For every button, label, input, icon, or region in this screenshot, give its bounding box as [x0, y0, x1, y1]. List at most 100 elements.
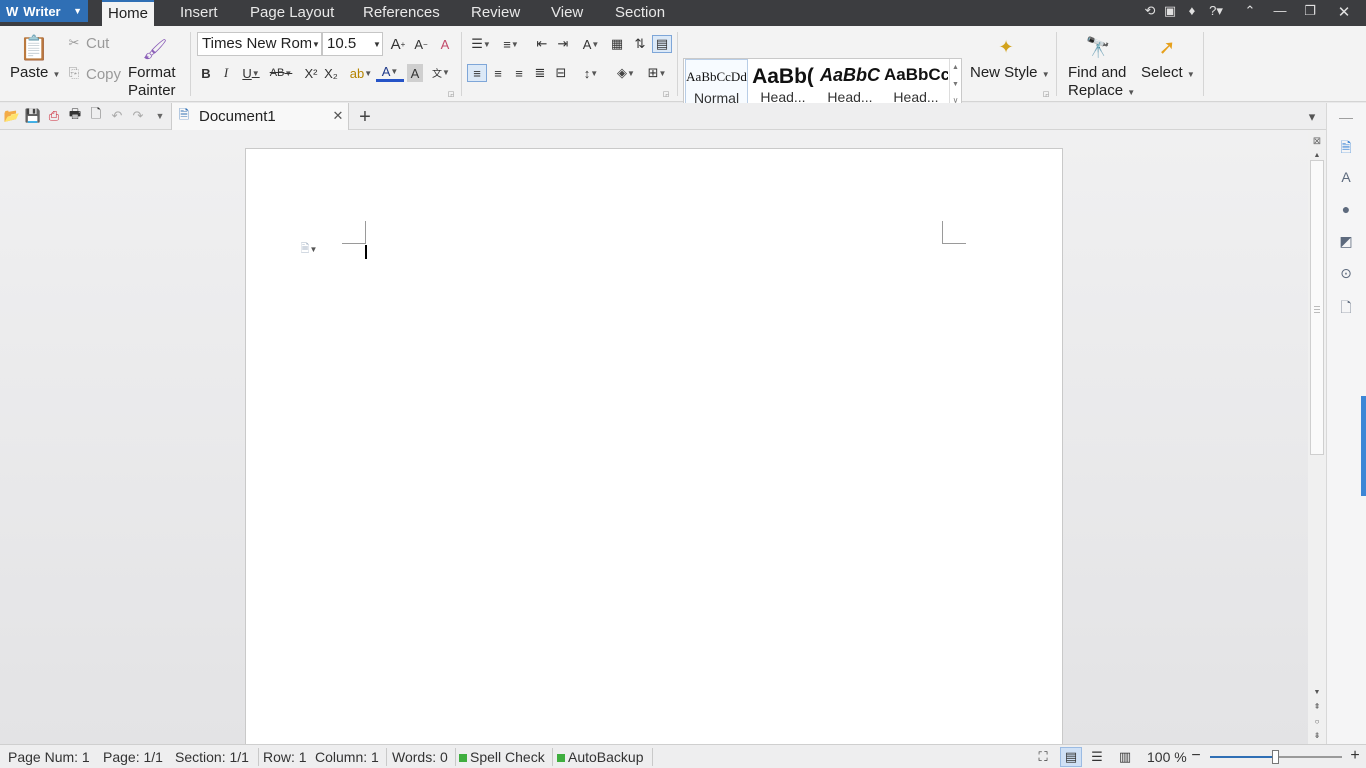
zoom-out-icon[interactable]: − — [1188, 747, 1204, 764]
browse-object-icon[interactable]: ○ — [1310, 715, 1324, 727]
strikethrough-icon[interactable]: AB ▼ — [267, 64, 295, 82]
shrink-font-icon[interactable]: A − — [412, 35, 430, 53]
italic-icon[interactable]: I — [218, 64, 234, 82]
scrollbar-thumb[interactable] — [1310, 160, 1324, 455]
status-page[interactable]: Page: 1/1 — [103, 749, 163, 765]
clear-format-icon[interactable]: A — [436, 35, 454, 53]
tab-insert[interactable]: Insert — [180, 0, 218, 26]
zoom-slider-thumb[interactable] — [1272, 750, 1279, 764]
format-painter-button[interactable]: Format Painter — [128, 64, 176, 100]
phonetic-guide-icon[interactable]: 文 ▼ — [428, 62, 454, 82]
pane-menu-icon[interactable]: — — [1337, 109, 1355, 127]
copy-button[interactable]: Copy — [86, 66, 121, 83]
tab-references[interactable]: References — [363, 0, 440, 26]
auto-backup-toggle[interactable]: AutoBackup — [557, 749, 644, 765]
status-column[interactable]: Column: 1 — [315, 749, 379, 765]
scroll-down-icon[interactable]: ▼ — [1310, 687, 1324, 697]
paragraph-handle-icon[interactable]: 🗎 ▼ — [298, 241, 320, 257]
char-shading-icon[interactable]: A — [407, 64, 423, 82]
new-document-icon[interactable]: 🗎 — [1337, 137, 1355, 155]
open-folder-icon[interactable]: 📂 — [4, 108, 20, 124]
grow-font-icon[interactable]: A + — [389, 35, 407, 53]
zoom-in-icon[interactable]: + — [1347, 747, 1363, 764]
redo-icon[interactable]: ↷ — [130, 108, 146, 124]
print-icon[interactable]: 🖶 — [67, 106, 83, 124]
page-view-icon[interactable]: ▤ — [1060, 747, 1082, 767]
distributed-icon[interactable]: ⊟ — [552, 64, 570, 82]
font-color-icon[interactable]: A ▼ — [376, 64, 404, 82]
tab-review[interactable]: Review — [471, 0, 520, 26]
binoculars-icon[interactable]: 🔭 — [1085, 34, 1111, 60]
status-words[interactable]: Words: 0 — [392, 749, 448, 765]
find-replace-button[interactable]: Find and Replace ▼ — [1068, 64, 1135, 102]
next-page-icon[interactable]: ⇟ — [1310, 729, 1324, 741]
scroll-up-icon[interactable]: ▲ — [1310, 150, 1324, 160]
status-section[interactable]: Section: 1/1 — [175, 749, 249, 765]
select-button[interactable]: Select ▼ — [1141, 64, 1195, 81]
selection-pane-icon[interactable]: ◩ — [1337, 233, 1355, 251]
document-canvas[interactable]: 🗎 ▼ — [0, 130, 1308, 748]
tab-page-layout[interactable]: Page Layout — [250, 0, 334, 26]
new-style-button[interactable]: New Style ▼ — [970, 64, 1050, 81]
cursor-arrow-icon[interactable]: ➚ — [1155, 35, 1179, 59]
increase-indent-icon[interactable]: ⇥ — [554, 35, 572, 53]
paragraph-shading-icon[interactable]: ◈ ▼ — [612, 64, 640, 82]
underline-icon[interactable]: U ▼ — [238, 64, 264, 82]
split-view-icon[interactable]: ⊠ — [1310, 134, 1324, 148]
tab-home[interactable]: Home — [102, 0, 154, 26]
customize-toolbar-icon[interactable]: ▼ — [153, 108, 167, 124]
table-icon[interactable]: ▦ — [608, 35, 626, 53]
document-properties-icon[interactable]: 🗋 — [1337, 297, 1355, 315]
paste-icon[interactable]: 📋 — [19, 34, 49, 62]
tab-section[interactable]: Section — [615, 0, 665, 26]
bullets-icon[interactable]: ☰ ▼ — [468, 35, 494, 53]
format-painter-icon[interactable]: 🖌 — [142, 36, 168, 62]
cut-button[interactable]: Cut — [86, 35, 109, 52]
line-spacing-icon[interactable]: ↕ ▼ — [578, 64, 604, 82]
backup-icon[interactable]: ⊙ — [1337, 265, 1355, 283]
styles-dialog-launcher-icon[interactable]: ◲ — [1042, 90, 1050, 98]
document-tab[interactable]: 🗎 Document1 ✕ — [171, 103, 349, 130]
print-preview-icon[interactable]: 🗋 — [88, 106, 104, 124]
styles-scroll-down-icon[interactable]: ▼ — [949, 76, 961, 93]
web-layout-icon[interactable]: ▥ — [1116, 748, 1134, 766]
zoom-percent[interactable]: 100 % — [1147, 749, 1187, 765]
styles-scroll-up-icon[interactable]: ▲ — [949, 59, 961, 76]
zoom-slider[interactable] — [1210, 750, 1342, 764]
save-icon[interactable]: 💾 — [25, 108, 41, 124]
shapes-icon[interactable]: ● — [1337, 201, 1355, 219]
chevron-down-icon[interactable]: ▼ — [311, 38, 321, 50]
full-screen-icon[interactable]: ⛶ — [1034, 748, 1052, 766]
font-dialog-launcher-icon[interactable]: ◲ — [447, 90, 455, 98]
previous-page-icon[interactable]: ⇞ — [1310, 700, 1324, 712]
collapse-ribbon-icon[interactable]: ⌃ — [1240, 3, 1260, 19]
tab-list-icon[interactable]: ▾ — [1304, 109, 1320, 125]
paragraph-dialog-launcher-icon[interactable]: ◲ — [662, 90, 670, 98]
status-page-num[interactable]: Page Num: 1 — [8, 749, 90, 765]
show-hide-marks-icon[interactable]: ▤ — [652, 35, 672, 53]
new-tab-icon[interactable]: + — [355, 106, 375, 128]
skin-icon[interactable]: ♦ — [1182, 3, 1202, 18]
style-format-icon[interactable]: A — [1337, 169, 1355, 187]
decrease-indent-icon[interactable]: ⇤ — [533, 35, 551, 53]
close-tab-icon[interactable]: ✕ — [330, 108, 346, 124]
spell-check-toggle[interactable]: Spell Check — [459, 749, 545, 765]
align-right-icon[interactable]: ≡ — [510, 64, 528, 82]
tab-view[interactable]: View — [551, 0, 583, 26]
minimize-icon[interactable]: — — [1270, 3, 1290, 18]
app-menu-button[interactable]: W Writer ▼ — [0, 0, 88, 22]
align-center-icon[interactable]: ≡ — [489, 64, 507, 82]
bold-icon[interactable]: B — [198, 64, 214, 82]
align-left-icon[interactable]: ≡ — [467, 64, 487, 82]
outline-view-icon[interactable]: ☰ — [1088, 748, 1106, 766]
status-row[interactable]: Row: 1 — [263, 749, 307, 765]
justify-icon[interactable]: ≣ — [531, 64, 549, 82]
template-icon[interactable]: ▣ — [1160, 3, 1180, 19]
export-pdf-icon[interactable]: ⎙ — [46, 108, 62, 124]
text-direction-icon[interactable]: A ▼ — [578, 35, 604, 53]
superscript-icon[interactable]: X² — [302, 64, 320, 82]
highlight-icon[interactable]: ab ▼ — [347, 64, 375, 82]
pane-expand-handle[interactable] — [1361, 396, 1366, 496]
restore-icon[interactable]: ❐ — [1300, 3, 1320, 19]
numbering-icon[interactable]: ≡ ▼ — [498, 35, 524, 53]
